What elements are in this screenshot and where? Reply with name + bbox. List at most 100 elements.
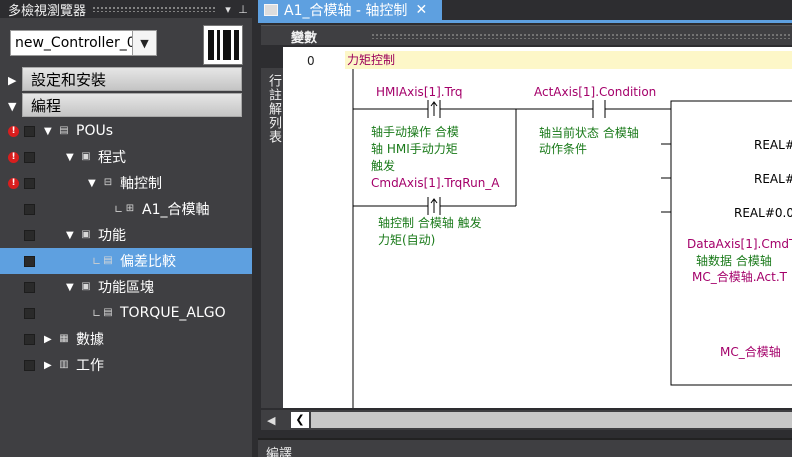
contact-comment-line: 力矩(自动) [378,233,436,247]
block-input-constant[interactable]: REAL#1 [754,137,792,153]
tree-item-label: 工作 [76,358,104,374]
checkbox[interactable] [24,255,35,267]
explorer-title-bar: 多檢視瀏覽器 ▾ ⊥ [0,0,252,19]
tree-item-label: 功能區塊 [98,280,154,296]
contact-variable[interactable]: CmdAxis[1].TrqRun_A [371,175,500,191]
contact-comment-line: 轴手动操作 合模 [371,125,459,139]
ladder-editor: A1_合模轴 - 轴控制 ✕ 變數 行註解列表 0 力矩控制 HMIAxis[1… [258,0,792,457]
expand-icon[interactable]: ▶ [44,334,52,345]
collapse-icon[interactable]: ▼ [66,230,74,241]
error-icon: ! [8,177,19,189]
variables-panel-header[interactable]: 變數 [261,25,792,46]
data-icon: ▦ [59,333,69,344]
contact-comment-line: 触发 [371,159,396,173]
collapse-icon[interactable]: ▼ [66,282,74,293]
chevron-down-icon[interactable]: ▼ [132,31,156,55]
function-block-folder-icon: ▣ [81,281,91,292]
block-input-constant[interactable]: REAL#2 [754,171,792,187]
tab-underline [258,20,792,23]
multiview-explorer: 多檢視瀏覽器 ▾ ⊥ new_Controller_0 ▼ ▶ 設定和安裝 ▼ … [0,0,252,457]
block-variable[interactable]: MC_合模轴.Act.T [692,269,787,285]
checkbox[interactable] [24,177,35,189]
checkbox[interactable] [24,307,35,319]
error-icon: ! [8,125,19,137]
tree-item-label: 程式 [98,150,126,166]
tree-item-axis-control[interactable]: ! ▼ ⊟ 軸控制 [0,170,252,196]
contact-variable[interactable]: ActAxis[1].Condition [534,84,656,100]
tree-item-data[interactable]: ▶ ▦ 數據 [0,326,252,352]
explorer-title: 多檢視瀏覽器 [8,3,87,19]
function-block-icon: ▤ [103,307,113,318]
section-collapse-icon[interactable]: ▼ [8,100,16,113]
tree-item-function-blocks[interactable]: ▼ ▣ 功能區塊 [0,274,252,300]
tree-item-tasks[interactable]: ▶ ▥ 工作 [0,352,252,378]
section-label: 設定和安裝 [31,70,107,89]
controller-select-value: new_Controller_0 [15,35,136,51]
tree-item-label: TORQUE_ALGO [120,305,226,321]
block-axis-variable[interactable]: MC_合模轴 [720,344,781,360]
side-scroll-left-icon[interactable]: ◀ [267,414,275,427]
tree-item-label: 功能 [98,228,126,244]
block-variable[interactable]: DataAxis[1].CmdT [687,236,792,252]
block-input-constant[interactable]: REAL#0.02 [734,205,792,221]
pin-icon[interactable]: ⊥ [237,3,249,16]
collapse-icon[interactable]: ▼ [44,126,52,137]
tree-item-programs[interactable]: ! ▼ ▣ 程式 [0,144,252,170]
tree-item-deviation-compare[interactable]: ∟ ▤ 偏差比較 [0,248,252,274]
tree-item-label: POUs [76,123,114,139]
controller-select[interactable]: new_Controller_0 ▼ [10,30,157,56]
title-grip[interactable] [92,6,216,12]
function-folder-icon: ▣ [81,229,91,240]
line-comment-list-tab[interactable]: 行註解列表 [261,68,283,408]
ladder-section-icon: ⊞ [125,203,135,214]
checkbox[interactable] [24,151,35,163]
tree-line-icon: ∟ [114,202,124,216]
contact-comment-line: 动作条件 [539,142,588,156]
tree-item-functions[interactable]: ▼ ▣ 功能 [0,222,252,248]
contact-variable[interactable]: HMIAxis[1].Trq [376,84,463,100]
section-expand-icon[interactable]: ▶ [8,74,16,87]
section-programming[interactable]: 編程 [22,93,242,117]
variables-grip[interactable] [371,33,792,39]
checkbox[interactable] [24,229,35,241]
tree-item-a1-clamp-axis[interactable]: ∟ ⊞ A1_合模軸 [0,196,252,222]
checkbox[interactable] [24,333,35,345]
build-panel-label: 編譯 [266,447,293,457]
program-icon: ⊟ [103,177,113,188]
tree-line-icon: ∟ [92,254,102,268]
tab-title: A1_合模轴 - 轴控制 [284,3,408,19]
scrollbar-track[interactable] [311,412,792,428]
ladder-wiring [352,69,792,408]
tab-a1-clamp-axis[interactable]: A1_合模轴 - 轴控制 ✕ [258,0,442,20]
contact-comment-line: 轴 HMI手动力矩 [371,142,458,156]
checkbox[interactable] [24,203,35,215]
block-variable-comment: 轴数据 合模轴 [696,254,772,268]
checkbox[interactable] [24,359,35,371]
collapse-icon[interactable]: ▼ [66,152,74,163]
tree-line-icon: ∟ [92,306,102,320]
tree-item-label: 軸控制 [120,176,162,192]
close-icon[interactable]: ✕ [415,2,427,18]
function-icon: ▤ [103,255,113,266]
collapse-icon[interactable]: ▼ [88,178,96,189]
build-panel-header[interactable]: 編譯 [258,438,792,457]
horizontal-scrollbar[interactable]: ◀ ❮ [261,410,792,430]
controller-image [203,25,243,65]
error-icon: ! [8,151,19,163]
tree-item-label: 偏差比較 [120,254,176,270]
section-label: 編程 [31,96,62,115]
chevron-down-icon[interactable]: ▾ [222,3,234,16]
scroll-left-icon[interactable]: ❮ [291,412,309,428]
tree-item-label: A1_合模軸 [142,202,210,218]
checkbox[interactable] [24,125,35,137]
program-folder-icon: ▣ [81,151,91,162]
expand-icon[interactable]: ▶ [44,360,52,371]
checkbox[interactable] [24,281,35,293]
tree-item-torque-algo[interactable]: ∟ ▤ TORQUE_ALGO [0,300,252,326]
tree-item-pous[interactable]: ! ▼ ▤ POUs [0,118,252,144]
ladder-canvas[interactable]: 0 力矩控制 HMIAxis[1].Trq 轴手动操作 合模 轴 HMI手动力矩… [283,47,792,408]
variables-label: 變數 [291,31,318,46]
contact-comment-line: 轴控制 合模轴 触发 [378,216,482,230]
ladder-document-icon [264,4,278,16]
section-configuration[interactable]: 設定和安裝 [22,67,242,91]
